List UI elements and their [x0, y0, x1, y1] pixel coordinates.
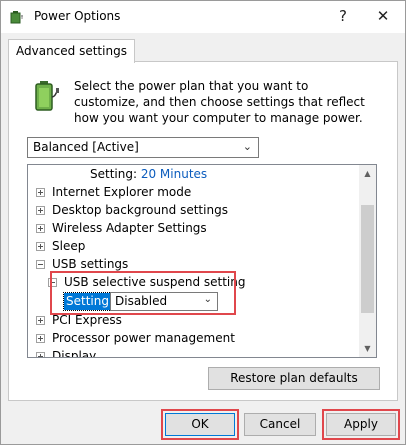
tree-item-sleep[interactable]: Sleep [36, 237, 85, 255]
tree-item-processor[interactable]: Processor power management [36, 329, 235, 347]
chevron-down-icon: ⌄ [242, 140, 252, 153]
expand-icon[interactable] [36, 242, 45, 251]
expand-icon[interactable] [36, 206, 45, 215]
tree-item-label: Sleep [52, 239, 86, 253]
tree-item-internet-explorer[interactable]: Internet Explorer mode [36, 183, 191, 201]
power-options-icon [10, 11, 23, 24]
expand-icon[interactable] [36, 224, 45, 233]
ok-button[interactable]: OK [165, 413, 235, 436]
scroll-up-icon[interactable]: ▲ [359, 165, 376, 182]
window-title: Power Options [34, 9, 121, 23]
tree-item-display[interactable]: Display [36, 347, 97, 358]
tree-item-usb-settings[interactable]: USB settings [36, 255, 128, 273]
tree-item-label: Wireless Adapter Settings [52, 221, 207, 235]
title-bar: Power Options ? ✕ [1, 1, 405, 33]
cancel-button[interactable]: Cancel [244, 413, 316, 436]
expand-icon[interactable] [36, 188, 45, 197]
tree-item-label: USB settings [52, 257, 129, 271]
close-button[interactable]: ✕ [371, 5, 395, 27]
setting-label: Setting: [90, 167, 138, 181]
help-button[interactable]: ? [331, 5, 355, 27]
tree-item-label: Internet Explorer mode [52, 185, 192, 199]
scroll-down-icon[interactable]: ▼ [359, 340, 376, 357]
setting-value-link[interactable]: 20 Minutes [141, 167, 207, 181]
tree-item-label: Processor power management [52, 331, 235, 345]
expand-icon[interactable] [36, 334, 45, 343]
collapse-icon[interactable] [36, 260, 45, 269]
collapse-icon[interactable] [48, 278, 57, 287]
settings-tree[interactable]: Setting: 20 Minutes Internet Explorer mo… [27, 164, 377, 358]
expand-icon[interactable] [36, 352, 45, 357]
tree-item-usb-selective-suspend[interactable]: USB selective suspend setting [48, 273, 245, 291]
tree-setting-row[interactable]: Setting: 20 Minutes [90, 165, 207, 183]
tree-scrollbar[interactable]: ▲ ▼ [359, 165, 376, 357]
usb-suspend-dropdown[interactable]: Disabled ⌄ [110, 292, 218, 311]
tree-item-label: Display [52, 349, 97, 358]
tree-item-wireless-adapter[interactable]: Wireless Adapter Settings [36, 219, 207, 237]
apply-button[interactable]: Apply [326, 413, 396, 436]
tree-item-label: USB selective suspend setting [64, 275, 246, 289]
tab-advanced-settings[interactable]: Advanced settings [8, 39, 135, 63]
power-options-window: Power Options ? ✕ Advanced settings Sele… [0, 0, 406, 445]
tree-item-desktop-background[interactable]: Desktop background settings [36, 201, 228, 219]
battery-plug-icon [35, 81, 59, 111]
chevron-down-icon: ⌄ [203, 294, 212, 305]
tree-item-pci-express[interactable]: PCI Express [36, 311, 122, 329]
scroll-thumb[interactable] [361, 205, 374, 313]
intro-text: Select the power plan that you want to c… [74, 79, 365, 125]
power-plan-dropdown[interactable]: Balanced [Active] ⌄ [27, 137, 259, 158]
tree-item-label: PCI Express [52, 313, 122, 327]
tree-item-label: Desktop background settings [52, 203, 228, 217]
restore-defaults-button[interactable]: Restore plan defaults [208, 367, 380, 390]
power-plan-value: Balanced [Active] [33, 140, 139, 154]
expand-icon[interactable] [36, 316, 45, 325]
usb-suspend-value: Disabled [115, 294, 168, 308]
usb-setting-label: Setting: [62, 292, 117, 311]
